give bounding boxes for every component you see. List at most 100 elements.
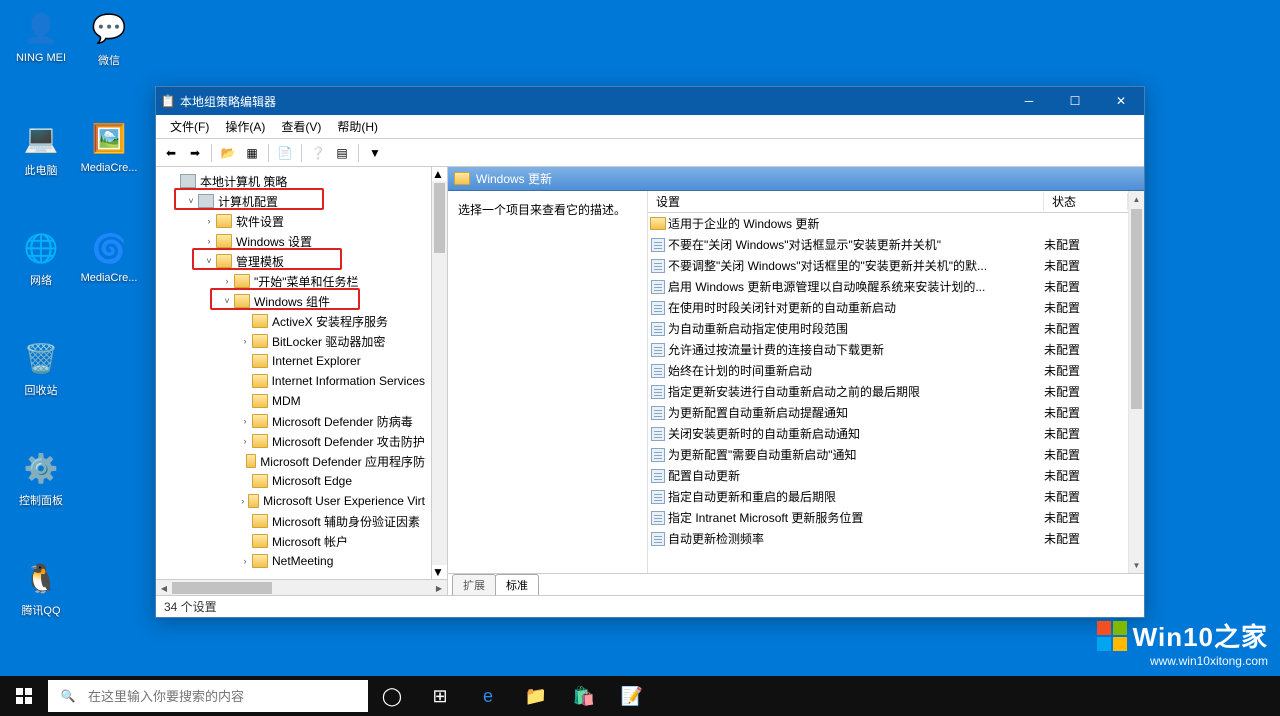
scroll-thumb-h[interactable] — [172, 582, 272, 594]
tree-item[interactable]: ›NetMeeting — [160, 551, 431, 571]
list-item[interactable]: 为更新配置自动重新启动提醒通知未配置 — [648, 402, 1128, 423]
list-item[interactable]: 关闭安装更新时的自动重新启动通知未配置 — [648, 423, 1128, 444]
col-setting[interactable]: 设置 — [648, 193, 1044, 210]
scroll-thumb[interactable] — [434, 183, 445, 253]
expand-icon[interactable]: ˅ — [220, 296, 234, 306]
menu-file[interactable]: 文件(F) — [162, 116, 217, 137]
start-button[interactable] — [0, 676, 48, 716]
tree-item[interactable]: Internet Explorer — [160, 351, 431, 371]
properties-button[interactable]: ▤ — [331, 142, 353, 164]
task-view-button[interactable]: ⊞ — [416, 676, 464, 716]
list-item[interactable]: 不要在"关闭 Windows"对话框显示"安装更新并关机"未配置 — [648, 234, 1128, 255]
desktop-icon[interactable]: 💻此电脑 — [12, 118, 70, 178]
cortana-button[interactable]: ◯ — [368, 676, 416, 716]
expand-icon[interactable]: › — [202, 216, 216, 226]
scroll-left-icon[interactable]: ◀ — [156, 580, 172, 596]
scroll-down-icon[interactable]: ▼ — [1129, 557, 1144, 573]
list-item[interactable]: 配置自动更新未配置 — [648, 465, 1128, 486]
expand-icon[interactable]: › — [238, 416, 252, 426]
scroll-up-icon[interactable]: ▲ — [432, 167, 447, 181]
expand-icon[interactable]: ˅ — [202, 256, 216, 266]
export-button[interactable]: 📄 — [274, 142, 296, 164]
tree-item[interactable]: ›Microsoft User Experience Virt — [160, 491, 431, 511]
expand-icon[interactable]: › — [220, 276, 234, 286]
tree-item[interactable]: 本地计算机 策略 — [160, 171, 431, 191]
list-item[interactable]: 允许通过按流量计费的连接自动下载更新未配置 — [648, 339, 1128, 360]
desktop-icon[interactable]: 🗑️回收站 — [12, 338, 70, 398]
back-button[interactable]: ⬅ — [160, 142, 182, 164]
col-state[interactable]: 状态 — [1044, 193, 1128, 210]
explorer-icon[interactable]: 📁 — [512, 676, 560, 716]
list-scrollbar[interactable]: ▲ ▼ — [1128, 191, 1144, 573]
desktop-icon[interactable]: 💬微信 — [80, 8, 138, 68]
menu-help[interactable]: 帮助(H) — [329, 116, 386, 137]
scroll-up-icon[interactable]: ▲ — [1129, 191, 1144, 207]
tree-item[interactable]: ˅管理模板 — [160, 251, 431, 271]
expand-icon[interactable]: › — [238, 496, 248, 506]
list-item[interactable]: 适用于企业的 Windows 更新 — [648, 213, 1128, 234]
tree-item[interactable]: Microsoft 辅助身份验证因素 — [160, 511, 431, 531]
tree-item[interactable]: ›Microsoft Defender 防病毒 — [160, 411, 431, 431]
edge-icon[interactable]: e — [464, 676, 512, 716]
tree-item[interactable]: ›"开始"菜单和任务栏 — [160, 271, 431, 291]
list-item[interactable]: 指定 Intranet Microsoft 更新服务位置未配置 — [648, 507, 1128, 528]
setting-state: 未配置 — [1044, 320, 1128, 337]
up-button[interactable]: 📂 — [217, 142, 239, 164]
tree-scrollbar-h[interactable]: ◀ ▶ — [156, 579, 447, 595]
list-item[interactable]: 自动更新检测频率未配置 — [648, 528, 1128, 549]
close-button[interactable]: ✕ — [1098, 87, 1144, 115]
desktop-icon[interactable]: 🐧腾讯QQ — [12, 558, 70, 618]
scroll-right-icon[interactable]: ▶ — [431, 580, 447, 596]
tree-item[interactable]: Microsoft Edge — [160, 471, 431, 491]
titlebar[interactable]: 📋 本地组策略编辑器 ─ ☐ ✕ — [156, 87, 1144, 115]
policy-tree[interactable]: 本地计算机 策略˅计算机配置›软件设置›Windows 设置˅管理模板›"开始"… — [156, 167, 431, 579]
expand-icon[interactable]: › — [238, 436, 252, 446]
menu-view[interactable]: 查看(V) — [273, 116, 329, 137]
list-header[interactable]: 设置 状态 — [648, 191, 1128, 213]
scroll-down-icon[interactable]: ▼ — [432, 565, 447, 579]
desktop-icon[interactable]: 👤NING MEI — [12, 8, 70, 64]
tree-item[interactable]: Microsoft Defender 应用程序防 — [160, 451, 431, 471]
tree-item[interactable]: ›BitLocker 驱动器加密 — [160, 331, 431, 351]
tree-item[interactable]: ˅计算机配置 — [160, 191, 431, 211]
list-item[interactable]: 为更新配置"需要自动重新启动"通知未配置 — [648, 444, 1128, 465]
expand-icon[interactable]: › — [238, 336, 252, 346]
scroll-thumb[interactable] — [1131, 209, 1142, 409]
list-item[interactable]: 指定更新安装进行自动重新启动之前的最后期限未配置 — [648, 381, 1128, 402]
expand-icon[interactable]: › — [202, 236, 216, 246]
minimize-button[interactable]: ─ — [1006, 87, 1052, 115]
list-item[interactable]: 启用 Windows 更新电源管理以自动唤醒系统来安装计划的...未配置 — [648, 276, 1128, 297]
expand-icon[interactable]: ˅ — [184, 196, 198, 206]
menu-action[interactable]: 操作(A) — [217, 116, 273, 137]
expand-icon[interactable]: › — [238, 556, 252, 566]
notepad-icon[interactable]: 📝 — [608, 676, 656, 716]
help-button[interactable]: ❔ — [307, 142, 329, 164]
tree-item[interactable]: Microsoft 帐户 — [160, 531, 431, 551]
tree-item[interactable]: Internet Information Services — [160, 371, 431, 391]
desktop-icon[interactable]: 🌐网络 — [12, 228, 70, 288]
list-item[interactable]: 指定自动更新和重启的最后期限未配置 — [648, 486, 1128, 507]
maximize-button[interactable]: ☐ — [1052, 87, 1098, 115]
desktop-icon[interactable]: ⚙️控制面板 — [12, 448, 70, 508]
tree-item[interactable]: ›Windows 设置 — [160, 231, 431, 251]
search-box[interactable]: 🔍 — [48, 680, 368, 712]
forward-button[interactable]: ➡ — [184, 142, 206, 164]
search-input[interactable] — [88, 689, 368, 704]
tree-item[interactable]: ActiveX 安装程序服务 — [160, 311, 431, 331]
tree-item[interactable]: ˅Windows 组件 — [160, 291, 431, 311]
desktop-icon[interactable]: 🌀MediaCre... — [80, 228, 138, 284]
show-hide-button[interactable]: ▦ — [241, 142, 263, 164]
store-icon[interactable]: 🛍️ — [560, 676, 608, 716]
tree-item[interactable]: ›Microsoft Defender 攻击防护 — [160, 431, 431, 451]
tab-standard[interactable]: 标准 — [495, 574, 539, 595]
filter-button[interactable]: ▼ — [364, 142, 386, 164]
desktop-icon[interactable]: 🖼️MediaCre... — [80, 118, 138, 174]
list-item[interactable]: 为自动重新启动指定使用时段范围未配置 — [648, 318, 1128, 339]
tree-item[interactable]: ›软件设置 — [160, 211, 431, 231]
list-item[interactable]: 始终在计划的时间重新启动未配置 — [648, 360, 1128, 381]
tree-scrollbar-v[interactable]: ▲ ▼ — [431, 167, 447, 579]
list-item[interactable]: 不要调整"关闭 Windows"对话框里的"安装更新并关机"的默...未配置 — [648, 255, 1128, 276]
tree-item[interactable]: MDM — [160, 391, 431, 411]
list-item[interactable]: 在使用时时段关闭针对更新的自动重新启动未配置 — [648, 297, 1128, 318]
tab-extended[interactable]: 扩展 — [452, 574, 496, 595]
